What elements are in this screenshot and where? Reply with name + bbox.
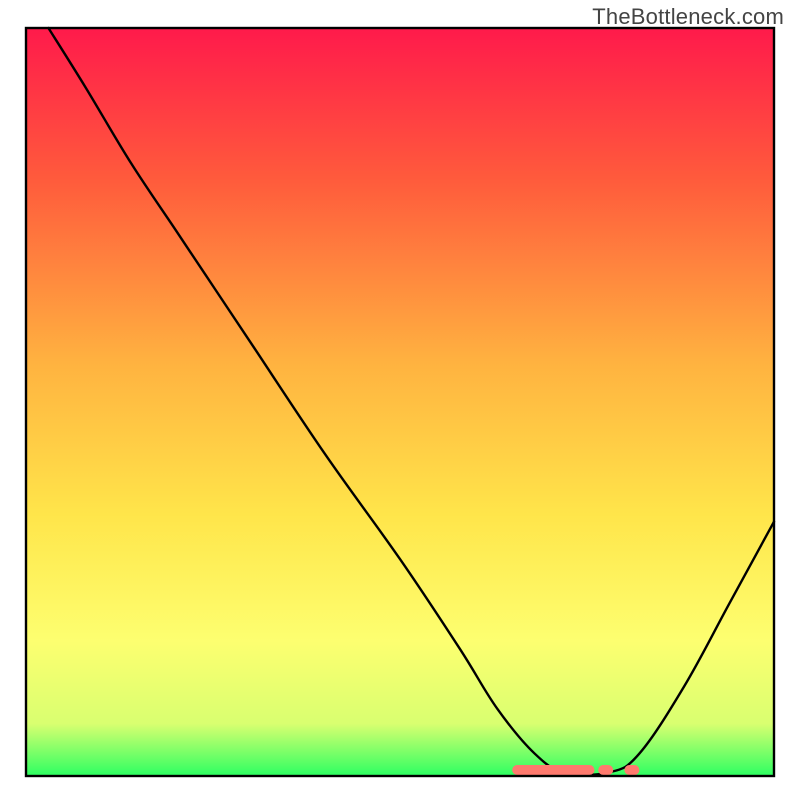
chart-svg (0, 0, 800, 800)
gradient-background (26, 28, 774, 776)
watermark-text: TheBottleneck.com (592, 4, 784, 30)
chart-container: TheBottleneck.com (0, 0, 800, 800)
